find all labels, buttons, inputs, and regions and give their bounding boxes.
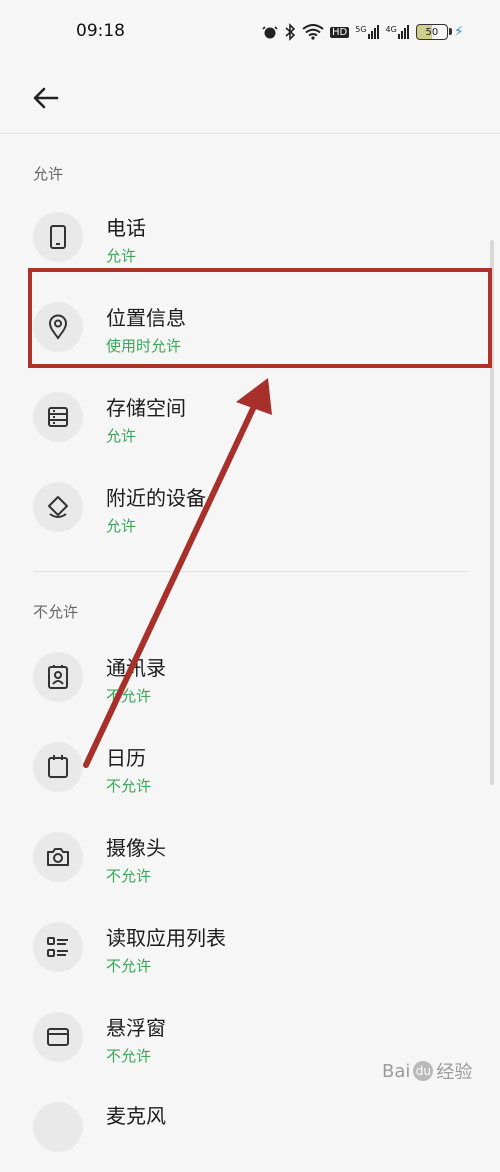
- permission-status: 不允许: [106, 1047, 152, 1065]
- back-button[interactable]: [30, 82, 62, 114]
- permission-status: 允许: [106, 517, 137, 535]
- paw-logo-icon: du: [413, 1061, 434, 1081]
- signal-5g: 5G: [355, 25, 379, 39]
- permission-name: 通讯录: [106, 656, 166, 680]
- status-bar: 09:18 HD 5G 4G 50 ⚡: [0, 0, 500, 64]
- watermark: Bai du 经验: [382, 1058, 472, 1084]
- wifi-icon: [302, 24, 324, 40]
- permission-status: 允许: [106, 427, 137, 445]
- permission-row-calendar[interactable]: 日历 不允许: [0, 722, 470, 812]
- permission-row-microphone[interactable]: 麦克风: [0, 1082, 470, 1172]
- charging-icon: ⚡: [453, 24, 464, 40]
- hd-badge: HD: [330, 26, 350, 38]
- permission-name: 读取应用列表: [106, 926, 226, 950]
- permission-row-storage[interactable]: 存储空间 允许: [0, 372, 470, 462]
- section-divider: [33, 571, 468, 572]
- permission-name: 麦克风: [106, 1104, 166, 1128]
- status-icons: HD 5G 4G 50 ⚡: [262, 20, 464, 44]
- watermark-suffix: 经验: [436, 1062, 473, 1083]
- permission-status: 允许: [106, 247, 137, 265]
- storage-icon: [33, 392, 83, 442]
- permission-name: 电话: [106, 216, 146, 240]
- permission-status: 不允许: [106, 867, 152, 885]
- permission-name: 日历: [106, 746, 146, 770]
- watermark-brand: Bai: [382, 1060, 411, 1082]
- signal-bars-icon: [367, 25, 379, 39]
- camera-icon: [33, 832, 83, 882]
- status-time: 09:18: [76, 21, 125, 41]
- calendar-icon: [33, 742, 83, 792]
- signal-bars-icon: [397, 25, 409, 39]
- allowed-section-title: 允许: [33, 165, 64, 183]
- denied-section-title: 不允许: [33, 603, 79, 621]
- alarm-icon: [262, 26, 278, 39]
- microphone-icon: [33, 1102, 83, 1152]
- bluetooth-icon: [285, 23, 296, 41]
- permission-row-nearby-devices[interactable]: 附近的设备 允许: [0, 462, 470, 552]
- back-arrow-icon: [33, 87, 59, 109]
- permission-row-app-list[interactable]: 读取应用列表 不允许: [0, 902, 470, 992]
- permission-status: 不允许: [106, 957, 152, 975]
- signal-4g: 4G: [386, 25, 410, 39]
- contacts-icon: [33, 652, 83, 702]
- permission-status: 不允许: [106, 777, 152, 795]
- permission-status: 不允许: [106, 687, 152, 705]
- permission-name: 存储空间: [106, 396, 186, 420]
- permission-name: 摄像头: [106, 836, 166, 860]
- app-list-icon: [33, 922, 83, 972]
- permission-row-camera[interactable]: 摄像头 不允许: [0, 812, 470, 902]
- battery-icon: 50: [415, 24, 452, 40]
- header-divider: [0, 133, 500, 134]
- permission-name: 附近的设备: [106, 486, 206, 510]
- permission-name: 悬浮窗: [106, 1016, 166, 1040]
- floating-window-icon: [33, 1012, 83, 1062]
- highlight-box: [28, 268, 492, 368]
- phone-icon: [33, 212, 83, 262]
- nearby-devices-icon: [33, 482, 83, 532]
- permission-row-contacts[interactable]: 通讯录 不允许: [0, 632, 470, 722]
